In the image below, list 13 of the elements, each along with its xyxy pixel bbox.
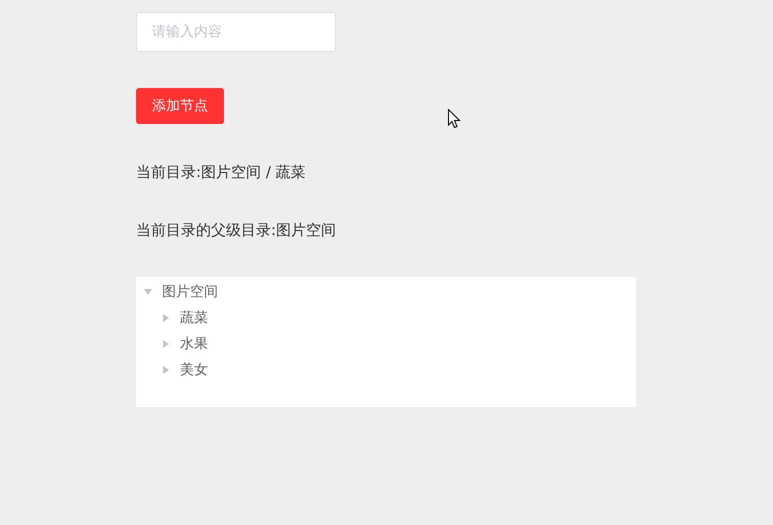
caret-icon[interactable] bbox=[144, 289, 152, 295]
caret-icon[interactable] bbox=[163, 340, 169, 348]
tree-node-label[interactable]: 水果 bbox=[180, 335, 208, 353]
caret-icon[interactable] bbox=[163, 314, 169, 322]
add-node-button[interactable]: 添加节点 bbox=[136, 88, 224, 124]
tree-node-label[interactable]: 美女 bbox=[180, 361, 208, 379]
current-directory-text: 当前目录:图片空间 / 蔬菜 bbox=[136, 162, 306, 182]
search-field[interactable]: 请输入内容 bbox=[136, 12, 336, 52]
tree-node-label[interactable]: 图片空间 bbox=[162, 283, 218, 301]
parent-directory-text: 当前目录的父级目录:图片空间 bbox=[136, 220, 336, 240]
cursor-icon bbox=[448, 109, 461, 129]
caret-icon[interactable] bbox=[163, 366, 169, 374]
tree-node-label[interactable]: 蔬菜 bbox=[180, 309, 208, 327]
